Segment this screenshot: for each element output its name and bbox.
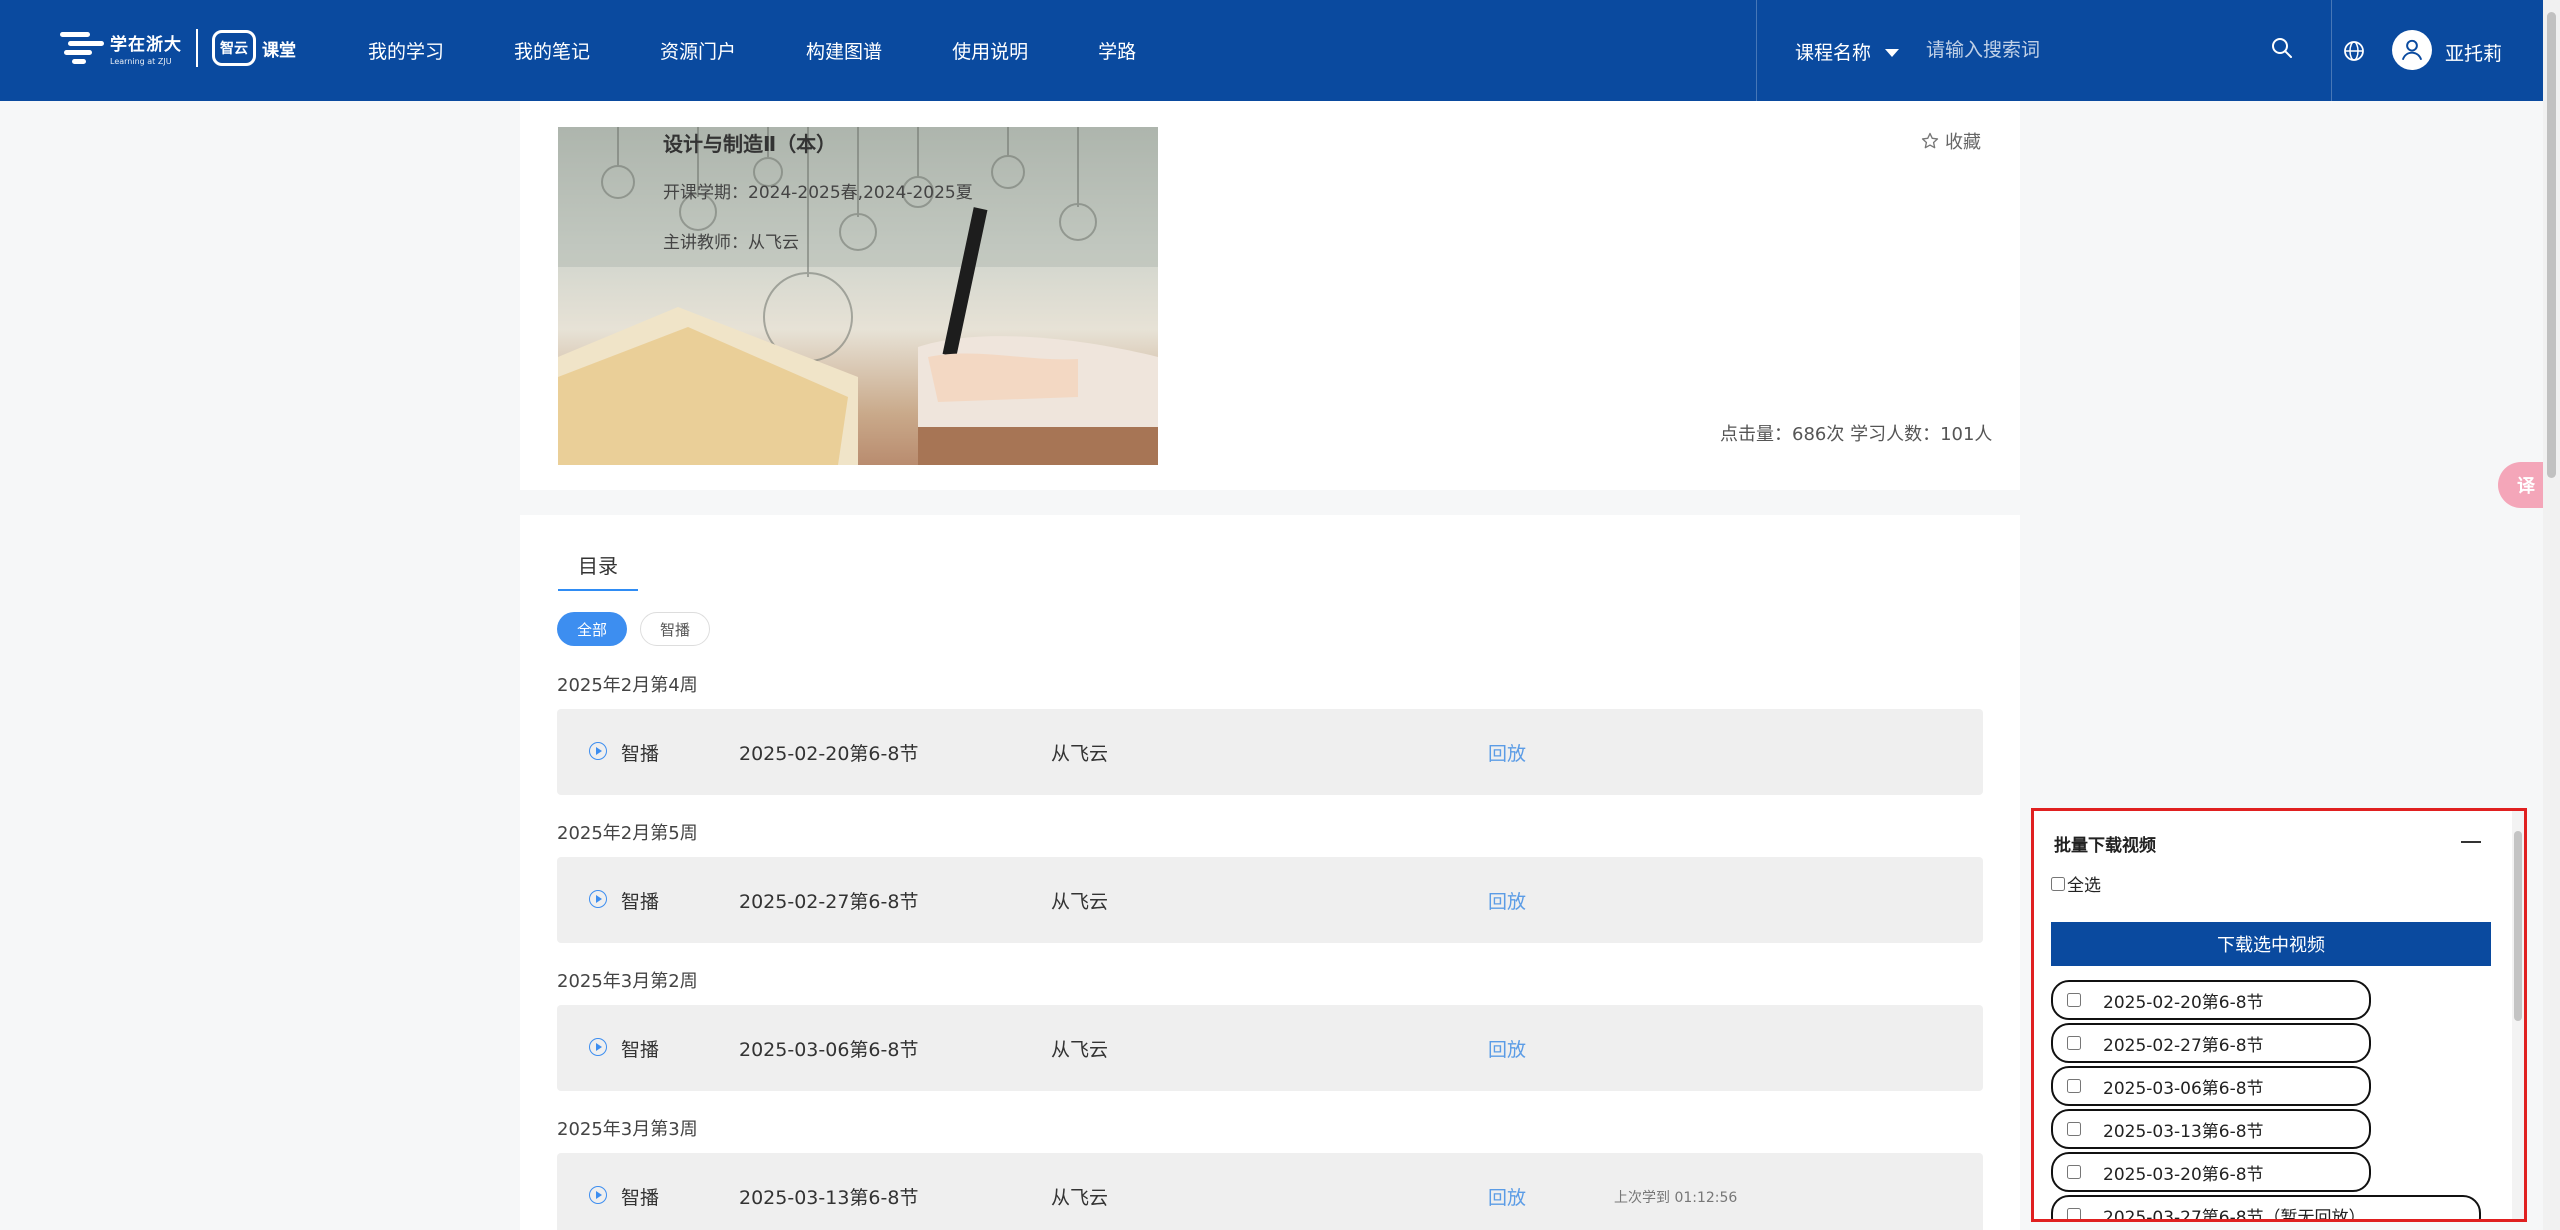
lesson-teacher: 从飞云	[1051, 1039, 1109, 1061]
lesson-row[interactable]: 智播 2025-03-13第6-8节 从飞云 回放 上次学到 01:12:56	[557, 1153, 1983, 1230]
search-category-label: 课程名称	[1795, 42, 1872, 64]
tab-catalog[interactable]: 目录	[558, 550, 638, 591]
week-label: 2025年3月第2周	[557, 971, 698, 992]
course-title: 设计与制造Ⅱ（本）	[663, 132, 837, 156]
play-icon	[589, 1038, 607, 1056]
search-input[interactable]	[1926, 34, 2226, 66]
globe-icon[interactable]	[2342, 39, 2366, 63]
lesson-row[interactable]: 智播 2025-02-27第6-8节 从飞云 回放	[557, 857, 1983, 943]
select-all-label: 全选	[2067, 876, 2101, 896]
logo-title: 学在浙大	[110, 35, 182, 55]
select-all[interactable]: 全选	[2051, 871, 2101, 896]
week-label: 2025年2月第5周	[557, 823, 698, 844]
course-term: 开课学期：2024-2025春,2024-2025夏	[663, 183, 973, 203]
last-watched: 上次学到 01:12:56	[1614, 1190, 1738, 1206]
download-item-checkbox[interactable]	[2067, 993, 2081, 1007]
download-item-label: 2025-03-13第6-8节	[2103, 1121, 2264, 1142]
replay-link[interactable]: 回放	[1488, 1183, 1526, 1210]
page-scrollbar[interactable]	[2543, 0, 2560, 1230]
replay-link[interactable]: 回放	[1488, 739, 1526, 766]
download-item[interactable]: 2025-02-20第6-8节	[2051, 980, 2371, 1020]
download-item-checkbox[interactable]	[2067, 1079, 2081, 1093]
lesson-type: 智播	[621, 1039, 660, 1061]
lesson-type: 智播	[621, 891, 660, 913]
lesson-teacher: 从飞云	[1051, 743, 1109, 765]
header-separator	[1756, 0, 1757, 101]
filter-smart-live[interactable]: 智播	[640, 612, 710, 646]
download-item-checkbox[interactable]	[2067, 1208, 2081, 1219]
favorite-button[interactable]: 收藏	[1920, 128, 1981, 154]
nav-knowledge-graph[interactable]: 构建图谱	[806, 37, 882, 64]
filter-all[interactable]: 全部	[557, 612, 627, 646]
nav-learning-path[interactable]: 学路	[1098, 37, 1136, 64]
download-item[interactable]: 2025-03-13第6-8节	[2051, 1109, 2371, 1149]
download-item[interactable]: 2025-03-06第6-8节	[2051, 1066, 2371, 1106]
download-item[interactable]: 2025-03-27第6-8节（暂无回放）	[2051, 1195, 2481, 1222]
download-item-label: 2025-02-20第6-8节	[2103, 992, 2264, 1013]
download-item[interactable]: 2025-03-20第6-8节	[2051, 1152, 2371, 1192]
download-item-label: 2025-03-27第6-8节（暂无回放）	[2103, 1207, 2366, 1222]
download-item-label: 2025-03-06第6-8节	[2103, 1078, 2264, 1099]
search-icon[interactable]	[2270, 36, 2294, 60]
logo-divider	[196, 29, 198, 67]
download-item-checkbox[interactable]	[2067, 1165, 2081, 1179]
lesson-teacher: 从飞云	[1051, 891, 1109, 913]
lesson-date: 2025-02-27第6-8节	[739, 891, 919, 913]
batch-download-panel: 批量下载视频 全选 下载选中视频 2025-02-20第6-8节 2025-02…	[2031, 808, 2527, 1222]
page-scrollbar-thumb[interactable]	[2547, 12, 2556, 478]
replay-link[interactable]: 回放	[1488, 1035, 1526, 1062]
top-header: 学在浙大 Learning at ZJU 智云 课堂 我的学习 我的笔记 资源门…	[0, 0, 2560, 101]
play-icon	[589, 890, 607, 908]
header-separator	[2331, 0, 2332, 101]
favorite-label: 收藏	[1945, 132, 1981, 153]
play-icon	[589, 1186, 607, 1204]
lesson-row[interactable]: 智播 2025-03-06第6-8节 从飞云 回放	[557, 1005, 1983, 1091]
user-icon	[2401, 39, 2423, 61]
week-label: 2025年2月第4周	[557, 675, 698, 696]
lesson-date: 2025-03-13第6-8节	[739, 1187, 919, 1209]
logo-mark-icon	[60, 28, 104, 68]
nav-my-notes[interactable]: 我的笔记	[514, 37, 590, 64]
username[interactable]: 亚托莉	[2445, 39, 2502, 66]
lesson-type: 智播	[621, 743, 660, 765]
lesson-row[interactable]: 智播 2025-02-20第6-8节 从飞云 回放	[557, 709, 1983, 795]
site-logo[interactable]: 学在浙大 Learning at ZJU 智云 课堂	[60, 28, 296, 68]
main-nav: 我的学习 我的笔记 资源门户 构建图谱 使用说明 学路	[368, 0, 1206, 101]
lesson-date: 2025-02-20第6-8节	[739, 743, 919, 765]
logo-course-text: 课堂	[262, 40, 296, 61]
logo-cloud-badge: 智云	[212, 30, 256, 66]
minimize-icon[interactable]	[2461, 841, 2481, 843]
nav-instructions[interactable]: 使用说明	[952, 37, 1028, 64]
lesson-date: 2025-03-06第6-8节	[739, 1039, 919, 1061]
download-item-label: 2025-03-20第6-8节	[2103, 1164, 2264, 1185]
nav-my-study[interactable]: 我的学习	[368, 37, 444, 64]
panel-title: 批量下载视频	[2054, 836, 2156, 856]
lesson-teacher: 从飞云	[1051, 1187, 1109, 1209]
panel-scrollbar-thumb[interactable]	[2514, 831, 2522, 1021]
logo-subtitle: Learning at ZJU	[110, 57, 172, 66]
week-label: 2025年3月第3周	[557, 1119, 698, 1140]
select-all-checkbox[interactable]	[2051, 876, 2065, 891]
download-item[interactable]: 2025-02-27第6-8节	[2051, 1023, 2371, 1063]
download-item-checkbox[interactable]	[2067, 1036, 2081, 1050]
translate-icon: 译	[2517, 476, 2535, 497]
download-selected-button[interactable]: 下载选中视频	[2051, 922, 2491, 966]
download-item-checkbox[interactable]	[2067, 1122, 2081, 1136]
search-category-select[interactable]: 课程名称	[1795, 38, 1900, 65]
avatar[interactable]	[2392, 30, 2432, 70]
replay-link[interactable]: 回放	[1488, 887, 1526, 914]
lesson-type: 智播	[621, 1187, 660, 1209]
panel-scrollbar[interactable]	[2512, 811, 2524, 1219]
play-icon	[589, 742, 607, 760]
download-item-label: 2025-02-27第6-8节	[2103, 1035, 2264, 1056]
caret-down-icon	[1885, 49, 1900, 57]
star-icon	[1921, 132, 1939, 149]
course-teacher: 主讲教师：从飞云	[663, 233, 799, 253]
course-stats: 点击量：686次 学习人数：101人	[1720, 424, 1993, 445]
nav-resource-portal[interactable]: 资源门户	[660, 37, 736, 64]
